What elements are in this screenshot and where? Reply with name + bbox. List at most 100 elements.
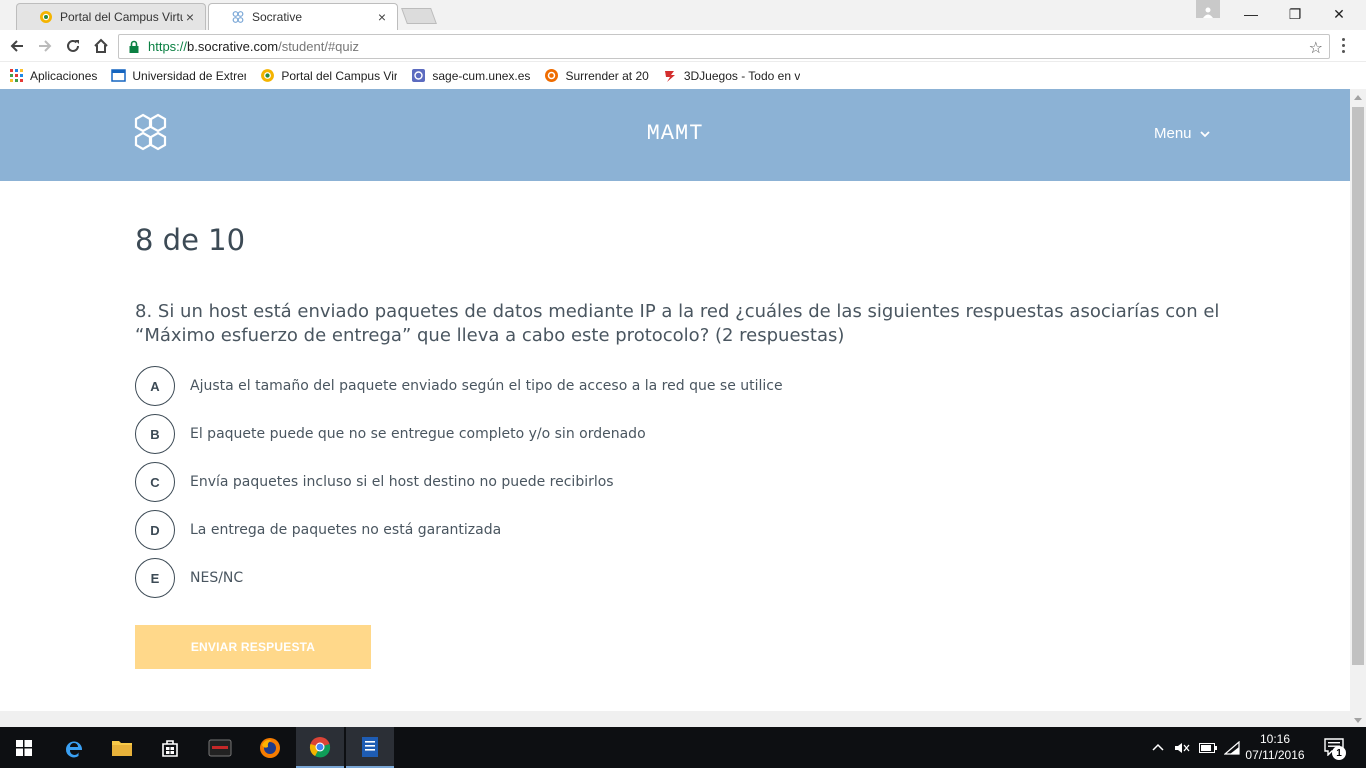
menu-button[interactable]: Menu	[1154, 125, 1210, 142]
close-window-button[interactable]: ✕	[1316, 0, 1362, 28]
bookmark-label: Universidad de Extrem	[132, 68, 247, 83]
scrollbar-thumb[interactable]	[1352, 107, 1364, 665]
battery-icon[interactable]	[1199, 727, 1217, 768]
taskbar-clock[interactable]: 10:16 07/11/2016	[1240, 731, 1310, 763]
close-icon[interactable]: ×	[183, 9, 197, 25]
university-icon	[111, 69, 127, 82]
room-name: MAMT	[646, 121, 704, 146]
chrome-menu-icon[interactable]	[1342, 38, 1346, 56]
taskbar-document-app[interactable]	[346, 727, 394, 768]
surrender-icon	[545, 69, 559, 82]
browser-toolbar: https://b.socrative.com/student/#quiz ☆	[0, 30, 1366, 62]
bookmark-label: Aplicaciones	[30, 68, 98, 83]
home-button[interactable]	[90, 35, 112, 57]
bookmark-label: Surrender at 20	[565, 68, 649, 83]
arrow-right-icon	[39, 40, 52, 52]
reload-icon	[67, 39, 79, 52]
answer-list: A Ajusta el tamaño del paquete enviado s…	[135, 362, 1135, 602]
answer-text: Ajusta el tamaño del paquete enviado seg…	[190, 378, 783, 394]
arrow-left-icon	[10, 40, 23, 52]
profile-icon[interactable]	[1196, 0, 1220, 18]
asus-app-icon	[208, 739, 232, 756]
bookmark-label: sage-cum.unex.es	[432, 68, 531, 83]
tab-portal-campus[interactable]: Portal del Campus Virtua ×	[16, 3, 206, 30]
app-header: MAMT Menu	[0, 89, 1350, 181]
clock-time: 10:16	[1259, 732, 1291, 746]
apps-grid-icon	[10, 69, 23, 82]
answer-option-c[interactable]: C Envía paquetes incluso si el host dest…	[135, 458, 1135, 506]
bookmark-label: 3DJuegos - Todo en v	[683, 68, 800, 83]
answer-text: Envía paquetes incluso si el host destin…	[190, 474, 614, 490]
scroll-down-icon[interactable]	[1354, 718, 1362, 723]
question-text: 8. Si un host está enviado paquetes de d…	[135, 301, 1220, 346]
submit-answer-button[interactable]: ENVIAR RESPUESTA	[135, 625, 371, 669]
bookmark-apps[interactable]: Aplicaciones	[9, 68, 97, 83]
bookmark-sage[interactable]: sage-cum.unex.es	[411, 68, 530, 83]
taskbar-file-explorer[interactable]	[98, 727, 146, 768]
show-hidden-icons[interactable]	[1152, 727, 1164, 768]
edge-icon	[65, 740, 83, 757]
answer-option-e[interactable]: E NES/NC	[135, 554, 1135, 602]
store-icon	[162, 739, 178, 757]
page-bottom-strip	[0, 711, 1350, 727]
answer-text: NES/NC	[190, 570, 244, 586]
windows-logo-icon	[16, 739, 32, 756]
answer-letter: E	[135, 558, 175, 598]
answer-text: El paquete puede que no se entregue comp…	[190, 426, 646, 442]
browser-tab-strip: Portal del Campus Virtua × Socrative × —…	[0, 0, 1366, 30]
tab-title: Socrative	[252, 10, 303, 24]
start-button[interactable]	[0, 727, 48, 768]
notification-count-badge: 1	[1332, 746, 1346, 760]
taskbar-asus-app[interactable]	[196, 727, 244, 768]
restore-button[interactable]: ❐	[1272, 0, 1318, 28]
back-button[interactable]	[6, 35, 28, 57]
url-path: /student/#quiz	[278, 39, 360, 54]
campus-portal-icon	[40, 11, 52, 23]
home-icon	[94, 38, 108, 53]
taskbar-chrome[interactable]	[296, 727, 344, 768]
answer-text: La entrega de paquetes no está garantiza…	[190, 522, 502, 538]
firefox-icon	[260, 737, 280, 758]
close-icon[interactable]: ×	[375, 9, 389, 25]
lock-icon	[129, 40, 139, 53]
bookmarks-bar: Aplicaciones Universidad de Extrem Porta…	[0, 62, 1366, 89]
page-scrollbar[interactable]	[1350, 89, 1366, 727]
answer-option-b[interactable]: B El paquete puede que no se entregue co…	[135, 410, 1135, 458]
chrome-icon	[309, 736, 331, 757]
sage-icon	[412, 69, 426, 82]
forward-button[interactable]	[34, 35, 56, 57]
wifi-icon[interactable]	[1224, 727, 1240, 768]
taskbar-edge[interactable]	[50, 727, 98, 768]
bookmark-label: Portal del Campus Vir	[281, 68, 398, 83]
bookmark-surrender[interactable]: Surrender at 20	[544, 68, 649, 83]
minimize-button[interactable]: —	[1228, 0, 1274, 28]
chevron-down-icon	[1199, 130, 1210, 137]
answer-letter: D	[135, 510, 175, 550]
3djuegos-icon	[664, 71, 675, 82]
answer-option-d[interactable]: D La entrega de paquetes no está garanti…	[135, 506, 1135, 554]
reload-button[interactable]	[62, 35, 84, 57]
volume-muted-icon[interactable]	[1174, 727, 1190, 768]
socrative-icon	[232, 11, 244, 23]
page-viewport: MAMT Menu 8 de 10 8. Si un host está env…	[0, 89, 1350, 711]
question-progress: 8 de 10	[135, 223, 246, 257]
bookmark-3djuegos[interactable]: 3DJuegos - Todo en v	[663, 68, 800, 83]
scroll-up-icon[interactable]	[1354, 95, 1362, 100]
tab-title: Portal del Campus Virtua	[60, 10, 183, 24]
answer-letter: B	[135, 414, 175, 454]
tab-socrative[interactable]: Socrative ×	[208, 3, 398, 30]
taskbar-firefox[interactable]	[246, 727, 294, 768]
menu-label: Menu	[1154, 125, 1192, 142]
answer-option-a[interactable]: A Ajusta el tamaño del paquete enviado s…	[135, 362, 1135, 410]
bookmark-portal-campus[interactable]: Portal del Campus Vir	[260, 68, 397, 83]
url-host: b.socrative.com	[187, 39, 279, 54]
address-bar[interactable]: https://b.socrative.com/student/#quiz ☆	[118, 34, 1330, 59]
campus-portal-icon	[261, 69, 275, 82]
chevron-up-icon	[1152, 743, 1164, 751]
taskbar-store[interactable]	[146, 727, 194, 768]
answer-letter: C	[135, 462, 175, 502]
windows-taskbar: 10:16 07/11/2016 1	[0, 727, 1366, 768]
bookmark-universidad[interactable]: Universidad de Extrem	[111, 68, 246, 83]
bookmark-star-icon[interactable]: ☆	[1309, 38, 1323, 58]
new-tab-button[interactable]	[401, 8, 437, 24]
